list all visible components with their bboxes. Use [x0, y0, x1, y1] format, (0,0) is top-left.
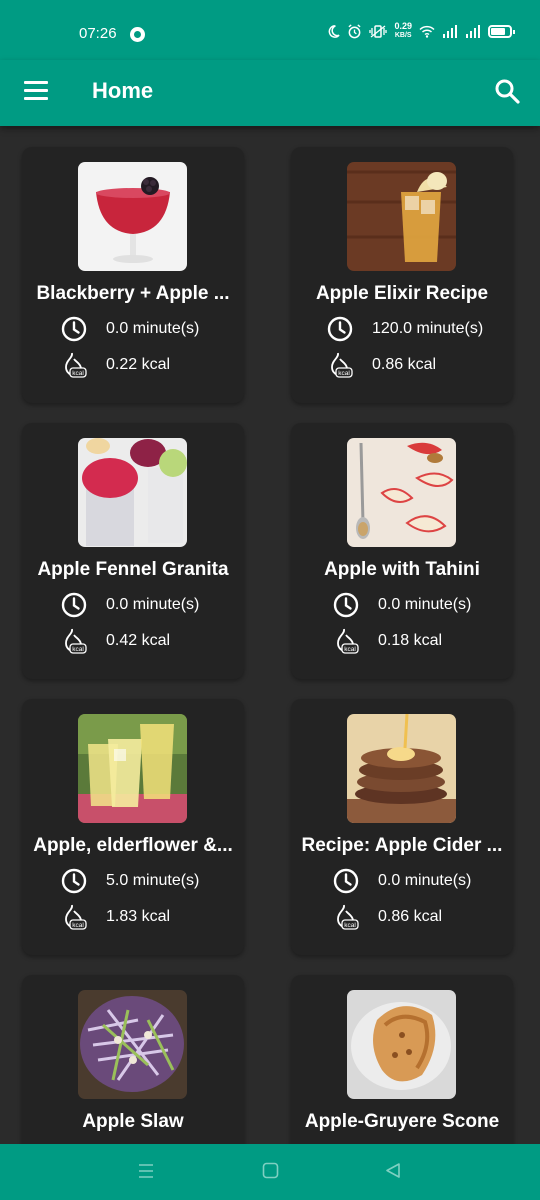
page-title: Home [92, 78, 154, 103]
clock-icon [327, 316, 353, 342]
back-icon[interactable] [385, 1162, 402, 1179]
network-speed: 0.29 KB/S [394, 22, 412, 40]
recipe-card[interactable]: Apple Fennel Granita 0.0 minute(s) kcal … [22, 423, 244, 679]
system-nav-bar [0, 1144, 540, 1200]
recipe-card[interactable]: Blackberry + Apple ... 0.0 minute(s) kca… [22, 147, 244, 403]
recipe-title: Apple Fennel Granita [37, 559, 229, 580]
status-icons: 0.29 KB/S [327, 22, 515, 40]
recipe-card[interactable]: Apple with Tahini 0.0 minute(s) kcal 0.1… [291, 423, 513, 679]
recipe-card[interactable]: Apple Elixir Recipe 120.0 minute(s) kcal… [291, 147, 513, 403]
recipe-image [78, 438, 187, 547]
time-row: 0.0 minute(s) [60, 315, 199, 343]
clock-icon [61, 868, 87, 894]
recipe-card[interactable]: Apple, elderflower &... 5.0 minute(s) kc… [22, 699, 244, 955]
time-row: 0.0 minute(s) [60, 591, 199, 619]
cook-time: 0.0 minute(s) [378, 872, 472, 889]
network-speed-unit: KB/S [394, 32, 412, 39]
recipe-title: Apple Slaw [82, 1111, 184, 1132]
calorie-row: kcal 0.42 kcal [60, 627, 170, 655]
recipe-image [347, 714, 456, 823]
clock-icon [333, 592, 359, 618]
battery-icon [488, 24, 515, 38]
cook-time: 120.0 minute(s) [372, 320, 484, 337]
signal-icon [466, 24, 480, 38]
calorie-row: kcal 0.86 kcal [326, 351, 436, 379]
recipe-image [78, 714, 187, 823]
kcal-icon-label: kcal [344, 646, 356, 653]
time-row: 5.0 minute(s) [60, 867, 199, 895]
wifi-icon [419, 25, 435, 38]
home-icon[interactable] [262, 1162, 279, 1179]
calories: 0.42 kcal [106, 632, 171, 649]
alarm-icon [348, 23, 362, 38]
signal-icon [443, 24, 457, 38]
calorie-flame-icon: kcal [331, 352, 353, 378]
app-bar: Home [0, 60, 540, 126]
cook-time: 0.0 minute(s) [106, 596, 200, 613]
kcal-icon-label: kcal [338, 370, 350, 377]
calories: 0.18 kcal [378, 632, 443, 649]
calorie-row: kcal 0.22 kcal [60, 351, 170, 379]
menu-icon[interactable] [24, 81, 48, 101]
search-icon[interactable] [494, 78, 520, 104]
calorie-flame-icon: kcal [65, 904, 87, 930]
cook-time: 0.0 minute(s) [378, 596, 472, 613]
time-row: 120.0 minute(s) [326, 315, 483, 343]
recipe-image [78, 162, 187, 271]
calorie-flame-icon: kcal [337, 904, 359, 930]
recipe-image [347, 162, 456, 271]
recipe-title: Apple, elderflower &... [33, 835, 233, 856]
recipe-card[interactable]: Recipe: Apple Cider ... 0.0 minute(s) kc… [291, 699, 513, 955]
clock-icon [61, 316, 87, 342]
kcal-icon-label: kcal [72, 370, 84, 377]
calorie-row: kcal 1.83 kcal [60, 903, 170, 931]
recents-icon[interactable] [138, 1162, 154, 1180]
calories: 0.22 kcal [106, 356, 171, 373]
recipe-title: Blackberry + Apple ... [36, 283, 230, 304]
calorie-flame-icon: kcal [337, 628, 359, 654]
recipe-image [78, 990, 187, 1099]
calorie-row: kcal 0.18 kcal [332, 627, 442, 655]
calories: 0.86 kcal [372, 356, 437, 373]
status-bar: 07:26 0.29 KB/S [0, 0, 540, 60]
calorie-row: kcal 0.86 kcal [332, 903, 442, 931]
recipe-image [347, 438, 456, 547]
time-row: 0.0 minute(s) [332, 591, 471, 619]
calories: 1.83 kcal [106, 908, 171, 925]
recipe-card[interactable]: Apple-Gruyere Scone [291, 975, 513, 1144]
notification-app-icon [130, 27, 145, 42]
cook-time: 5.0 minute(s) [106, 872, 200, 889]
recipe-image [347, 990, 456, 1099]
recipe-title: Recipe: Apple Cider ... [301, 835, 503, 856]
kcal-icon-label: kcal [72, 922, 84, 929]
recipe-title: Apple with Tahini [324, 559, 480, 580]
moon-icon [329, 24, 341, 38]
status-time: 07:26 [79, 25, 117, 42]
recipe-title: Apple Elixir Recipe [315, 283, 489, 304]
vibrate-icon [369, 24, 388, 38]
kcal-icon-label: kcal [72, 646, 84, 653]
time-row: 0.0 minute(s) [332, 867, 471, 895]
recipe-card[interactable]: Apple Slaw [22, 975, 244, 1144]
network-speed-value: 0.29 [394, 21, 412, 31]
calorie-flame-icon: kcal [65, 628, 87, 654]
kcal-icon-label: kcal [344, 922, 356, 929]
recipe-grid: Blackberry + Apple ... 0.0 minute(s) kca… [0, 126, 540, 1144]
clock-icon [61, 592, 87, 618]
recipe-title: Apple-Gruyere Scone [304, 1111, 500, 1132]
cook-time: 0.0 minute(s) [106, 320, 200, 337]
clock-icon [333, 868, 359, 894]
calories: 0.86 kcal [378, 908, 443, 925]
calorie-flame-icon: kcal [65, 352, 87, 378]
